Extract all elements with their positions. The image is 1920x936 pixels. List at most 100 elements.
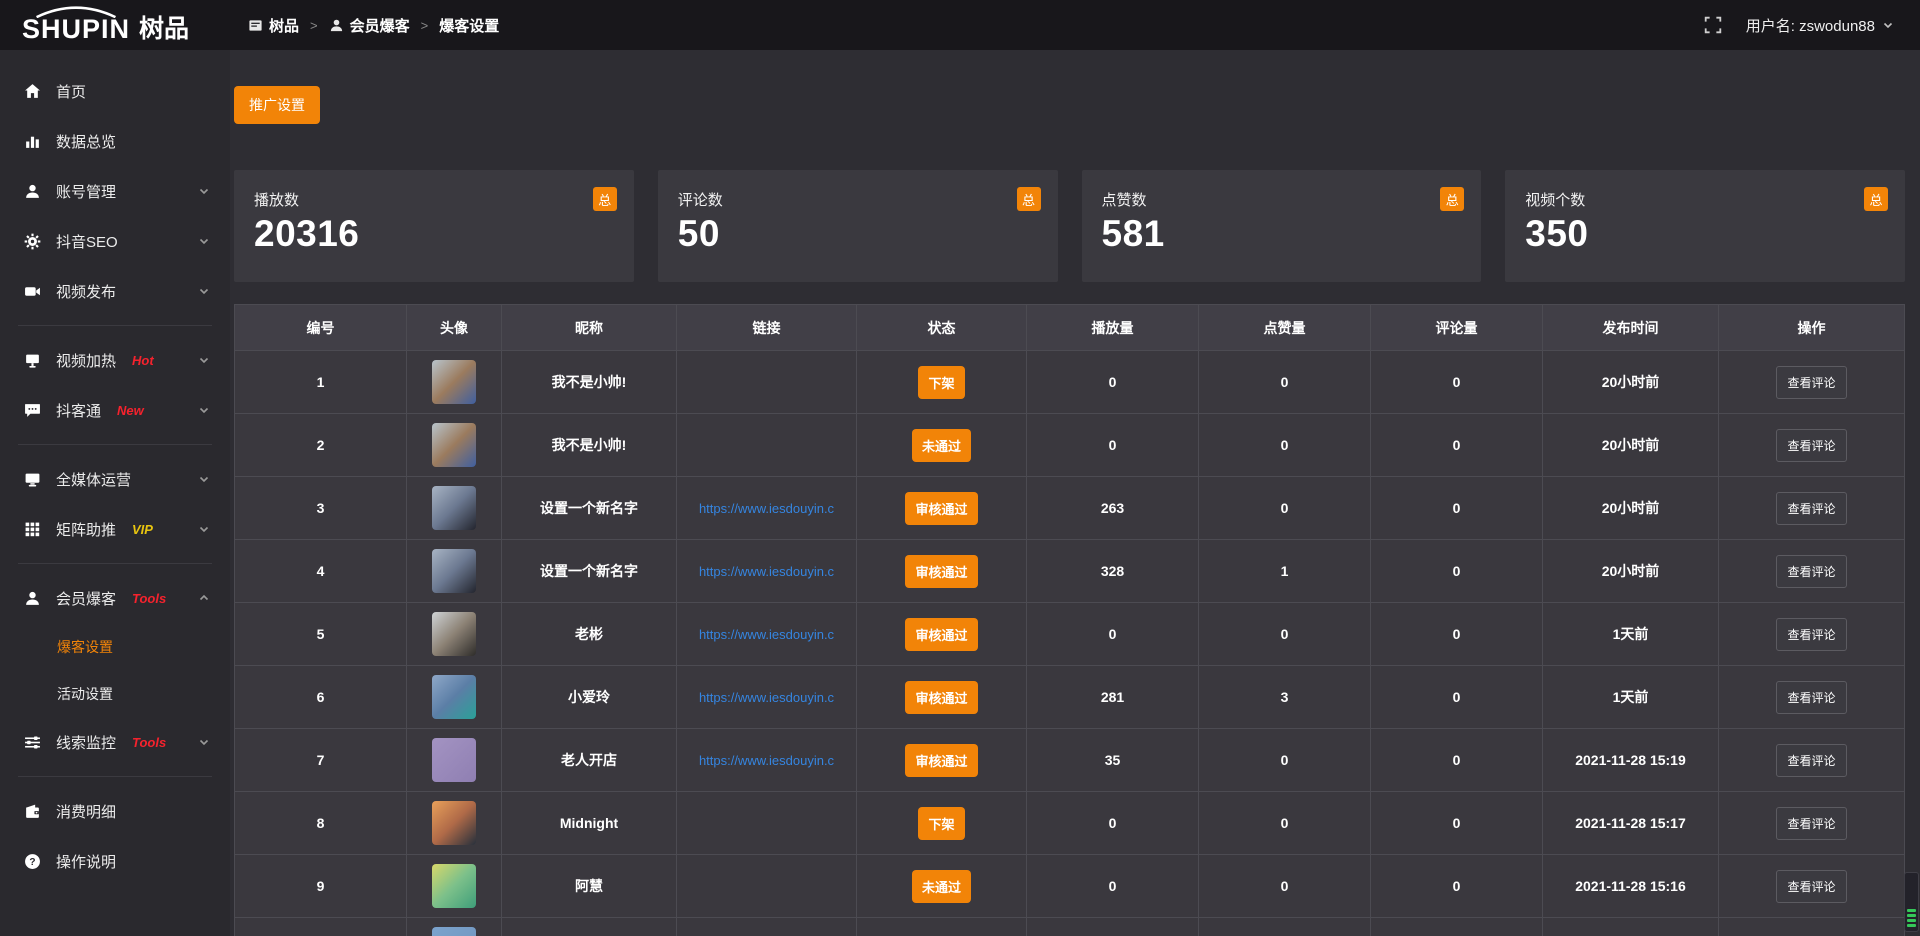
breadcrumb-item-baoke-settings[interactable]: 爆客设置 [439,15,499,36]
column-header: 链接 [677,305,857,351]
table-row [235,918,1905,936]
cell-link [677,855,857,918]
sidebar-item-douyin-seo[interactable]: 抖音SEO [0,216,230,266]
sidebar-item-data-overview[interactable]: 数据总览 [0,116,230,166]
cell-plays: 0 [1027,603,1199,666]
menu-badge: New [117,403,144,418]
sidebar-item-douketong[interactable]: 抖客通New [0,385,230,435]
status-badge[interactable]: 审核通过 [905,618,977,651]
breadcrumb-item-root[interactable]: 树品 [248,15,299,36]
cell-status: 未通过 [857,855,1027,918]
column-header: 操作 [1719,305,1905,351]
stat-label: 评论数 [678,189,1038,210]
cell-link [677,414,857,477]
cell-actions: 查看评论 [1719,477,1905,540]
cell-link [677,792,857,855]
avatar [432,864,476,908]
submenu: 爆客设置活动设置 [0,623,230,717]
column-header: 昵称 [502,305,677,351]
cell-publish-time: 1天前 [1543,603,1719,666]
video-link[interactable]: https://www.iesdouyin.c [699,753,834,768]
cell-nickname: 设置一个新名字 [502,477,677,540]
sidebar-item-consume-detail[interactable]: 消费明细 [0,786,230,836]
breadcrumb-label: 树品 [269,15,299,36]
video-link[interactable]: https://www.iesdouyin.c [699,690,834,705]
cell-likes [1199,918,1371,936]
cell-likes: 0 [1199,477,1371,540]
table-row: 6 小爱玲 https://www.iesdouyin.c 审核通过 281 3… [235,666,1905,729]
status-badge[interactable]: 审核通过 [905,681,977,714]
sidebar-item-member-baoke[interactable]: 会员爆客 Tools [0,573,230,623]
cell-publish-time: 1天前 [1543,666,1719,729]
sidebar-item-home[interactable]: 首页 [0,66,230,116]
view-comments-button[interactable]: 查看评论 [1776,555,1846,588]
chevron-down-icon [198,185,210,197]
stat-value: 350 [1525,213,1885,255]
avatar [432,612,476,656]
cell-publish-time: 2021-11-28 15:16 [1543,855,1719,918]
cell-status [857,918,1027,936]
sidebar-item-clue-monitor[interactable]: 线索监控Tools [0,717,230,767]
logo-text-en: SHUPIN [22,8,130,43]
cell-id: 8 [235,792,407,855]
menu-badge: Tools [132,591,166,606]
sidebar-item-matrix-boost[interactable]: 矩阵助推VIP [0,504,230,554]
cell-plays: 281 [1027,666,1199,729]
sidebar-item-account-manage[interactable]: 账号管理 [0,166,230,216]
cell-link [677,918,857,936]
submenu-item-activity-settings[interactable]: 活动设置 [0,670,230,717]
cell-actions: 查看评论 [1719,414,1905,477]
status-badge[interactable]: 下架 [918,366,964,399]
avatar [432,423,476,467]
sidebar-item-video-publish[interactable]: 视频发布 [0,266,230,316]
stat-card: 点赞数 581 总 [1082,170,1482,282]
video-link[interactable]: https://www.iesdouyin.c [699,501,834,516]
video-link[interactable]: https://www.iesdouyin.c [699,627,834,642]
promotion-settings-button[interactable]: 推广设置 [234,86,320,124]
chevron-down-icon [198,473,210,485]
view-comments-button[interactable]: 查看评论 [1776,618,1846,651]
status-badge[interactable]: 未通过 [912,429,971,462]
video-link[interactable]: https://www.iesdouyin.c [699,564,834,579]
cell-publish-time [1543,918,1719,936]
column-header: 编号 [235,305,407,351]
sidebar-item-operation-guide[interactable]: ?操作说明 [0,836,230,886]
cell-comments: 0 [1371,351,1543,414]
table-row: 9 阿慧 未通过 0 0 0 2021-11-28 15:16 查看评论 [235,855,1905,918]
user-menu[interactable]: 用户名: zswodun88 [1746,15,1894,36]
videos-table: 编号头像昵称链接状态播放量点赞量评论量发布时间操作 1 我不是小帅! 下架 0 … [234,304,1905,936]
submenu-item-baoke-settings[interactable]: 爆客设置 [0,623,230,670]
cell-likes: 1 [1199,540,1371,603]
cell-status: 下架 [857,792,1027,855]
status-badge[interactable]: 审核通过 [905,744,977,777]
side-tool-widget[interactable] [1904,872,1919,932]
status-badge[interactable]: 审核通过 [905,555,977,588]
breadcrumb-item-member-baoke[interactable]: 会员爆客 [329,15,410,36]
view-comments-button[interactable]: 查看评论 [1776,744,1846,777]
status-badge[interactable]: 未通过 [912,870,971,903]
app-logo[interactable]: SHUPIN 树品 [0,8,230,43]
sidebar-item-label: 账号管理 [56,181,116,202]
fullscreen-icon[interactable] [1704,16,1722,34]
cell-actions: 查看评论 [1719,729,1905,792]
sidebar-item-label: 会员爆客 [56,588,116,609]
avatar [432,675,476,719]
view-comments-button[interactable]: 查看评论 [1776,429,1846,462]
chat-icon [24,402,41,419]
view-comments-button[interactable]: 查看评论 [1776,366,1846,399]
avatar [432,801,476,845]
cell-status: 审核通过 [857,666,1027,729]
sidebar-item-video-heat[interactable]: 视频加热Hot [0,335,230,385]
view-comments-button[interactable]: 查看评论 [1776,681,1846,714]
menu-badge: VIP [132,522,153,537]
cell-plays: 0 [1027,792,1199,855]
status-badge[interactable]: 下架 [918,807,964,840]
status-badge[interactable]: 审核通过 [905,492,977,525]
breadcrumb-separator: > [421,18,429,33]
view-comments-button[interactable]: 查看评论 [1776,870,1846,903]
stat-value: 581 [1102,213,1462,255]
sidebar-item-media-operation[interactable]: 全媒体运营 [0,454,230,504]
view-comments-button[interactable]: 查看评论 [1776,492,1846,525]
cell-link: https://www.iesdouyin.c [677,666,857,729]
view-comments-button[interactable]: 查看评论 [1776,807,1846,840]
